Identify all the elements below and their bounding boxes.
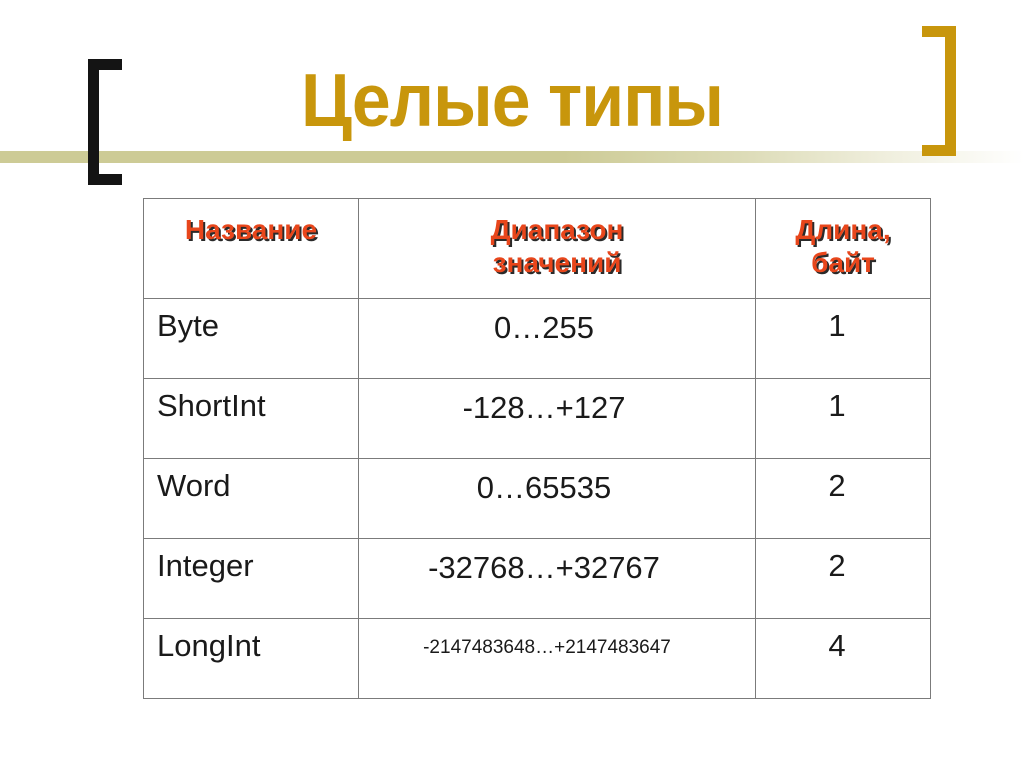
cell-value-range: 0…65535 [358,458,756,539]
type-name-text: ShortInt [157,388,266,423]
cell-value-range: -32768…+32767 [358,538,756,619]
cell-type-name: ShortInt [143,378,359,459]
table-row: Word 0…65535 2 [143,458,931,539]
table-header-row: Название Диапазон значений Длина, байт [143,198,931,299]
value-range-text: 0…65535 [476,470,612,505]
header-line: Название [184,214,318,245]
value-range-text: 0…255 [494,310,594,345]
cell-value-range: -2147483648…+2147483647 [358,618,756,699]
type-name-text: Integer [157,548,254,583]
byte-size-text: 1 [828,388,846,423]
byte-size-text: 4 [828,628,846,663]
decorative-band [0,151,1024,163]
byte-size-text: 2 [828,468,846,503]
cell-type-name: Word [143,458,359,539]
table-row: ShortInt -128…+127 1 [143,378,931,459]
type-name-text: Word [157,468,231,503]
page-title: Целые типы [300,58,724,142]
value-range-text: -128…+127 [462,390,626,425]
header-line: Длина, [795,214,891,245]
cell-byte-size: 1 [755,298,931,379]
header-line: Диапазон [490,214,624,245]
slide-header: Целые типы [0,0,1024,198]
value-range-text: -2147483648…+2147483647 [423,637,671,658]
byte-size-text: 1 [828,308,846,343]
table-row: Integer -32768…+32767 2 [143,538,931,619]
integer-types-table: Название Диапазон значений Длина, байт B… [143,198,931,699]
cell-byte-size: 1 [755,378,931,459]
header-line: значений [492,247,622,278]
type-name-text: Byte [157,308,220,343]
type-name-text: LongInt [157,628,261,663]
table-header-cell-name: Название [143,198,359,299]
table-header-cell-size: Длина, байт [755,198,931,299]
table-row: LongInt -2147483648…+2147483647 4 [143,618,931,699]
table-header-cell-range: Диапазон значений [358,198,756,299]
cell-value-range: 0…255 [358,298,756,379]
value-range-text: -32768…+32767 [428,550,660,585]
cell-type-name: Byte [143,298,359,379]
byte-size-text: 2 [828,548,846,583]
cell-type-name: LongInt [143,618,359,699]
cell-value-range: -128…+127 [358,378,756,459]
table-row: Byte 0…255 1 [143,298,931,379]
header-line: байт [811,247,875,278]
cell-byte-size: 2 [755,538,931,619]
cell-type-name: Integer [143,538,359,619]
cell-byte-size: 4 [755,618,931,699]
cell-byte-size: 2 [755,458,931,539]
